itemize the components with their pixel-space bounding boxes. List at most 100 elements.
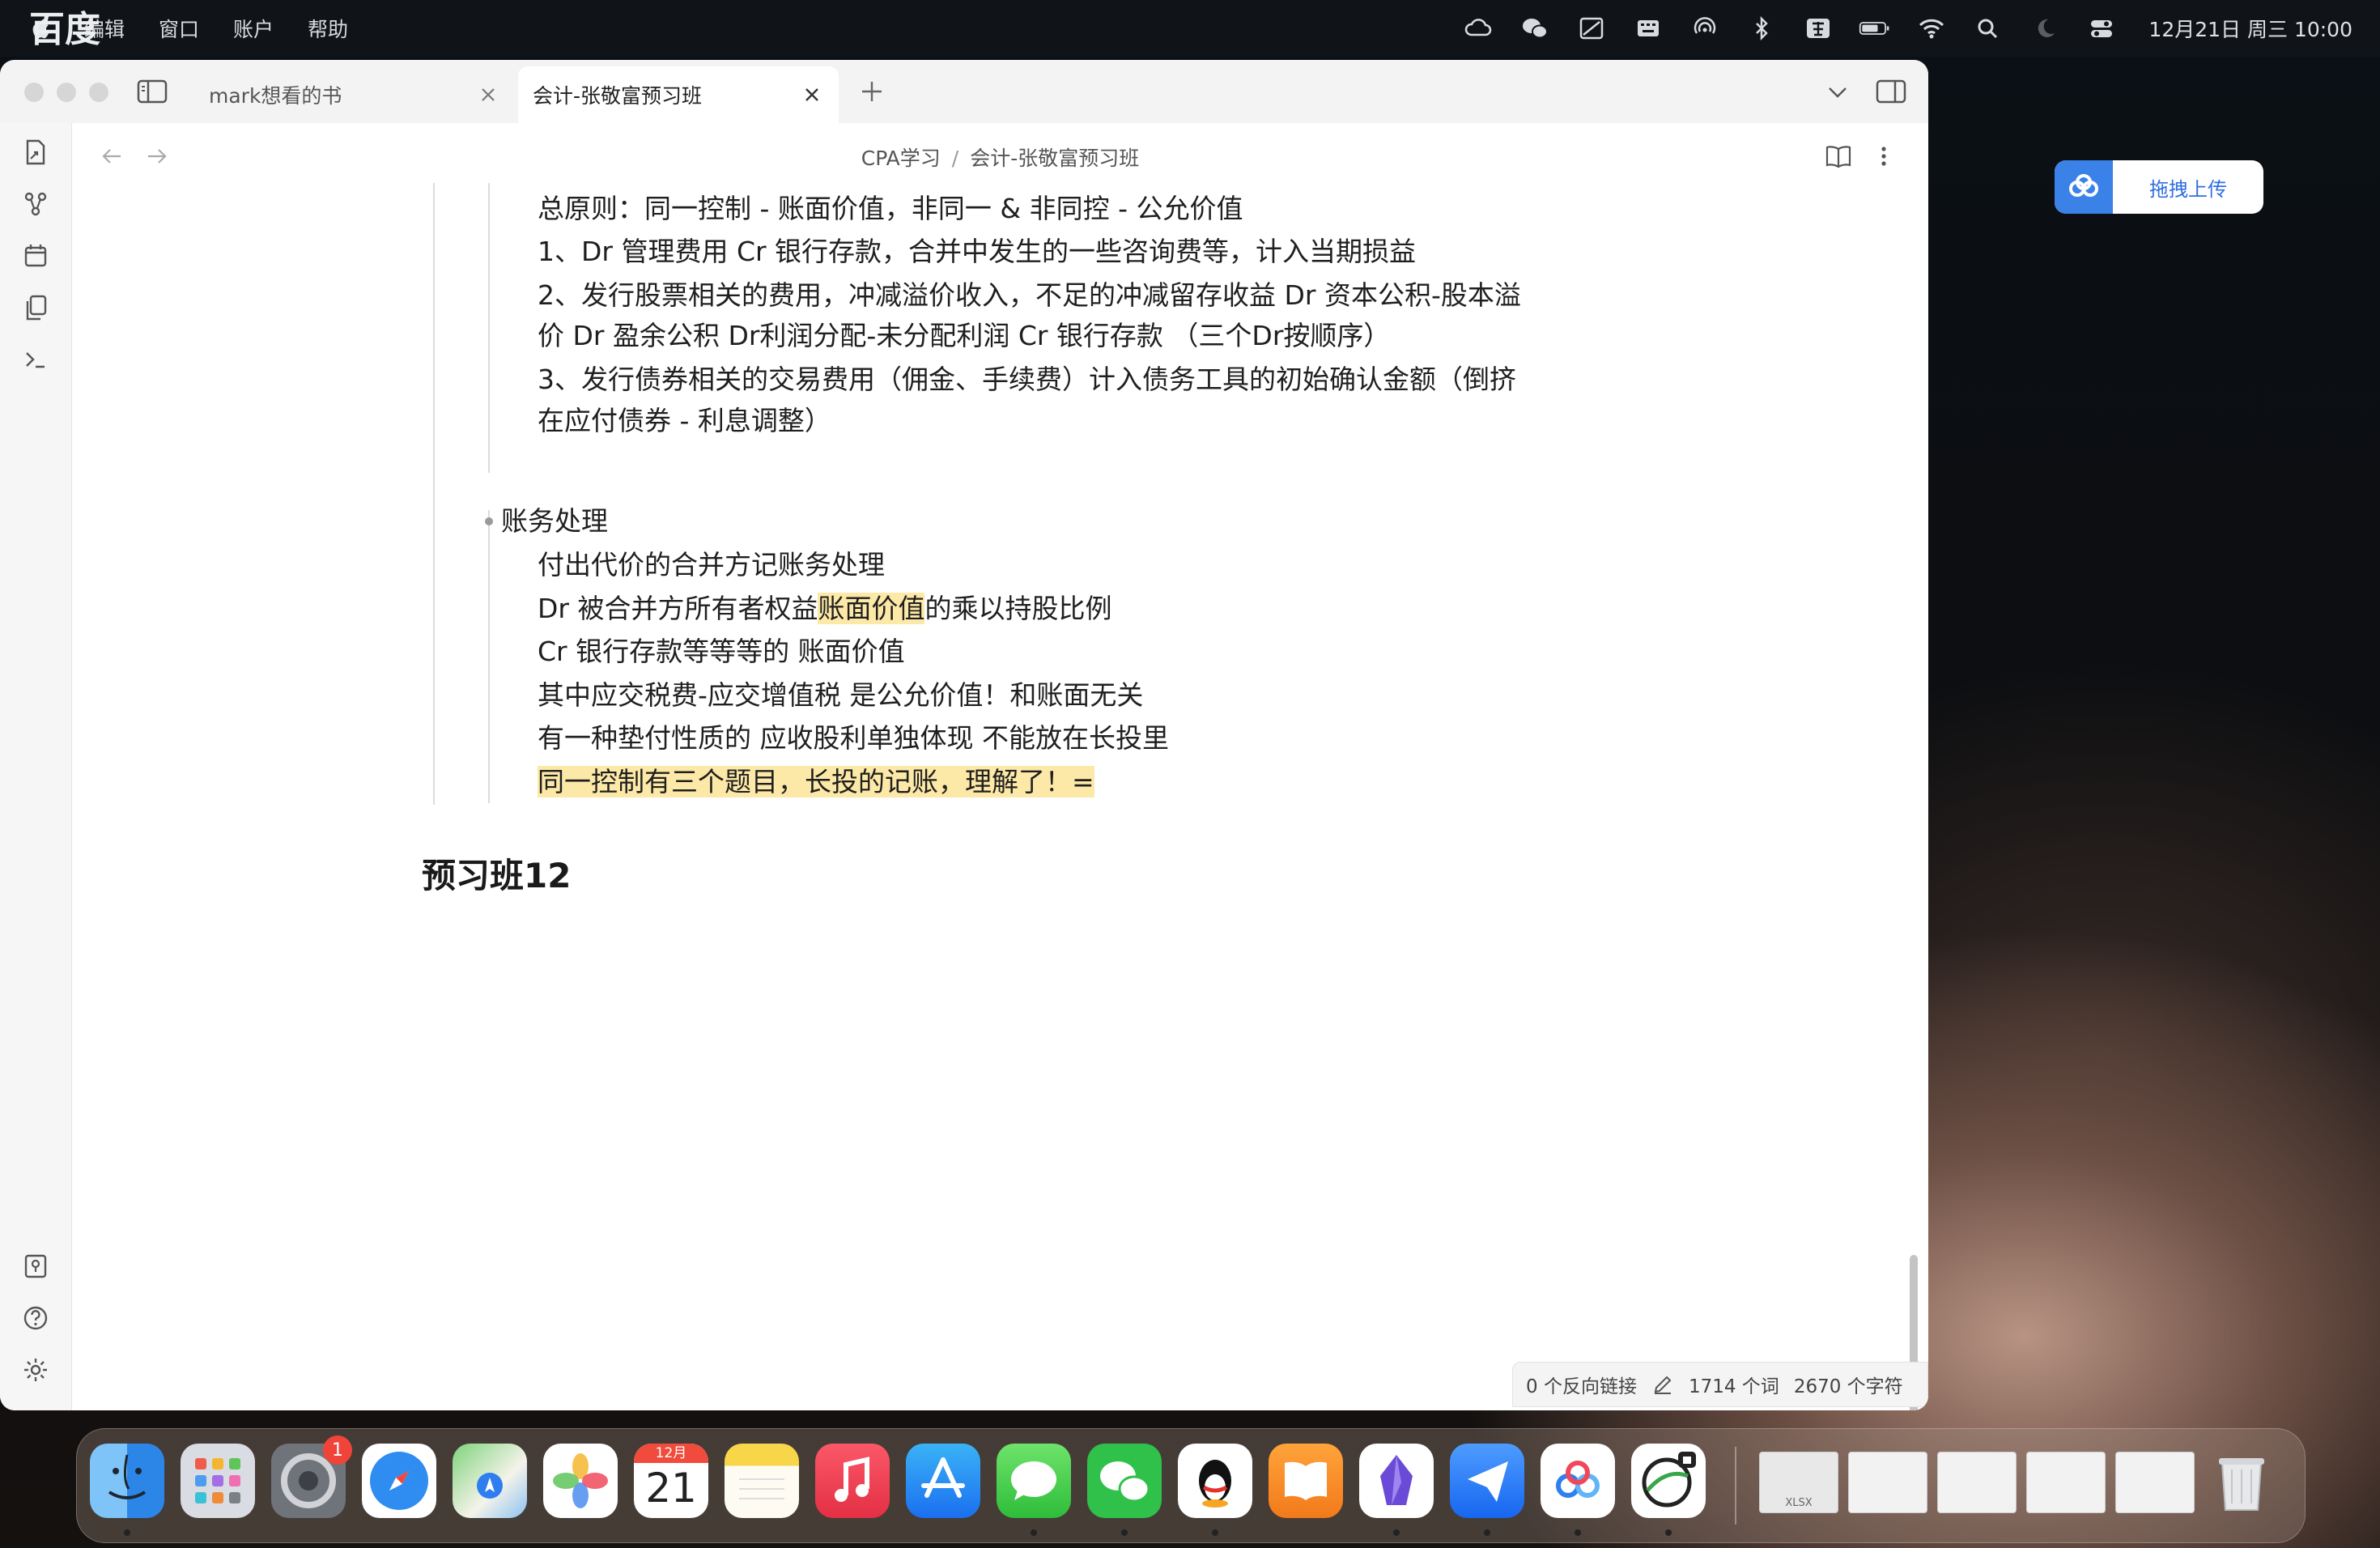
reading-view-book-icon[interactable] [1824,142,1853,170]
sidebar-toggle-icon[interactable] [136,78,168,105]
tab-mark-books[interactable]: mark想看的书 [194,66,515,123]
obsidian-icon[interactable] [1359,1444,1434,1518]
view-header: CPA学习 / 会计-张敬富预习班 [72,123,1928,191]
drag-upload-label: 拖拽上传 [2149,177,2227,201]
books-icon[interactable] [1269,1444,1343,1518]
feishu-lark-icon[interactable] [1450,1444,1524,1518]
open-vault-icon[interactable] [19,1250,52,1282]
keyboard-viewer-icon[interactable] [1632,15,1664,42]
section-heading: 预习班12 [422,856,572,895]
window-minimize-button[interactable] [57,83,76,102]
menu-account[interactable]: 账户 [233,14,274,43]
list-bullet[interactable] [485,517,493,525]
principle-line: 3、发行债券相关的交易费用（佣金、手续费）计入债务工具的初始确认金额（倒挤 [538,364,1516,395]
wechat-app-icon[interactable] [1087,1444,1162,1518]
obsidian-window: mark想看的书 会计-张敬富预习班 CPA学习 / 会计-张敬富预习班 总原则… [0,60,1928,1410]
tab-list-chevron-down-icon[interactable] [1825,81,1851,104]
tab-bar: mark想看的书 会计-张敬富预习班 [0,60,1928,124]
cloud-sync-icon[interactable] [1462,15,1494,42]
minimized-window-browser-thumbnail[interactable] [2026,1452,2106,1513]
indent-guide [433,183,435,805]
left-ribbon [0,123,72,1410]
window-zoom-button[interactable] [89,83,108,102]
music-icon[interactable] [815,1444,890,1518]
airdrop-icon[interactable] [1689,15,1721,42]
breadcrumb-file[interactable]: 会计-张敬富预习班 [970,147,1139,170]
qq-icon[interactable] [1178,1444,1252,1518]
focus-moon-icon[interactable] [2029,15,2061,42]
tab-accounting-class[interactable]: 会计-张敬富预习班 [518,66,839,123]
quick-switcher-icon[interactable] [19,136,52,168]
battery-icon[interactable] [1859,15,1891,42]
tab-close-icon[interactable] [801,84,822,105]
launchpad-icon[interactable] [181,1444,255,1518]
accounting-line: 付出代价的合并方记账务处理 [538,549,885,580]
accounting-line: Dr 被合并方所有者权益账面价值的乘以持股比例 [538,591,1111,627]
trash-icon[interactable] [2204,1444,2279,1518]
right-sidebar-toggle-icon[interactable] [1875,78,1907,105]
calendar-day: 21 [645,1465,697,1512]
note-content[interactable]: 总原则：同一控制 - 账面价值，非同一 & 非同控 - 公允价值 1、Dr 管理… [72,183,1928,1406]
tab-label: mark想看的书 [209,84,342,108]
accounting-text: 的乘以持股比例 [924,593,1112,624]
baidu-drag-upload-widget[interactable]: 拖拽上传 [2055,160,2263,214]
new-tab-plus-icon[interactable] [858,78,886,105]
photos-icon[interactable] [543,1444,618,1518]
baidu-netdisk-app-icon[interactable] [1541,1444,1615,1518]
finder-icon[interactable] [90,1444,164,1518]
breadcrumb-folder[interactable]: CPA学习 [861,147,941,170]
messages-icon[interactable] [997,1444,1071,1518]
calendar-daily-note-icon[interactable] [19,240,52,272]
edit-mode-pencil-icon[interactable] [1651,1373,1674,1396]
calendar-icon[interactable]: 12月 21 [634,1444,708,1518]
accounting-line: 有一种垫付性质的 应收股利单独体现 不能放在长投里 [538,722,1169,754]
editor-pane: CPA学习 / 会计-张敬富预习班 总原则：同一控制 - 账面价值，非同一 & 非同… [72,123,1928,1410]
menu-help[interactable]: 帮助 [308,14,348,43]
help-icon[interactable] [19,1302,52,1334]
minimized-window-netdisk-thumbnail[interactable] [2115,1452,2195,1513]
minimized-window-lark-thumbnail[interactable] [1937,1452,2017,1513]
network-globe-app-icon[interactable] [1631,1444,1706,1518]
calendar-month: 12月 [634,1444,708,1463]
screenshot-icon[interactable] [1575,15,1608,42]
app-store-icon[interactable] [906,1444,980,1518]
indent-guide [488,183,490,473]
accounting-line: Cr 银行存款等等等的 账面价值 [538,636,905,667]
more-options-icon[interactable] [1876,142,1892,170]
bluetooth-icon[interactable] [1745,15,1778,42]
command-palette-terminal-icon[interactable] [19,343,52,376]
accounting-line: 同一控制有三个题目，长投的记账，理解了！= [538,764,1094,800]
indent-guide [488,510,490,803]
dock-divider [1735,1447,1736,1525]
highlighted-text: 账面价值 [818,593,925,624]
word-count: 1714 个词 [1688,1376,1779,1397]
minimized-window-wechat-thumbnail[interactable] [1848,1452,1927,1513]
settings-gear-icon[interactable] [19,1354,52,1386]
backlinks-count[interactable]: 0 个反向链接 [1526,1371,1637,1398]
breadcrumb-separator: / [951,147,959,170]
menu-bar: 百度网盘 编辑 窗口 账户 帮助 12月21日 周三 10:00 [0,0,2380,102]
status-bar: 0 个反向链接 1714 个词 2670 个字符 [1512,1362,1928,1407]
tab-label: 会计-张敬富预习班 [533,84,703,108]
spotlight-search-icon[interactable] [1972,15,2004,42]
xlsx-label: XLSX [1785,1497,1813,1509]
notes-icon[interactable] [725,1444,799,1518]
menu-window[interactable]: 窗口 [159,14,199,43]
window-close-button[interactable] [24,83,44,102]
dock: 1 12月 21 XLSX [76,1428,2306,1543]
maps-icon[interactable] [453,1444,527,1518]
graph-view-icon[interactable] [19,188,52,220]
tab-close-icon[interactable] [478,84,499,105]
wechat-icon[interactable] [1519,15,1551,42]
wifi-icon[interactable] [1915,15,1948,42]
input-method-icon[interactable] [1802,15,1834,42]
control-center-icon[interactable] [2085,15,2118,42]
xlsx-file-stack-icon[interactable]: XLSX [1759,1452,1838,1513]
principle-line: 总原则：同一控制 - 账面价值，非同一 & 非同控 - 公允价值 [538,193,1243,224]
menu-clock[interactable]: 12月21日 周三 10:00 [2148,14,2352,43]
settings-notification-badge: 1 [323,1435,352,1465]
templates-copy-icon[interactable] [19,291,52,324]
safari-icon[interactable] [362,1444,436,1518]
highlighted-text: 同一控制有三个题目，长投的记账，理解了！= [538,766,1094,797]
principle-line: 价 Dr 盈余公积 Dr利润分配-未分配利润 Cr 银行存款 （三个Dr按顺序） [538,320,1391,351]
